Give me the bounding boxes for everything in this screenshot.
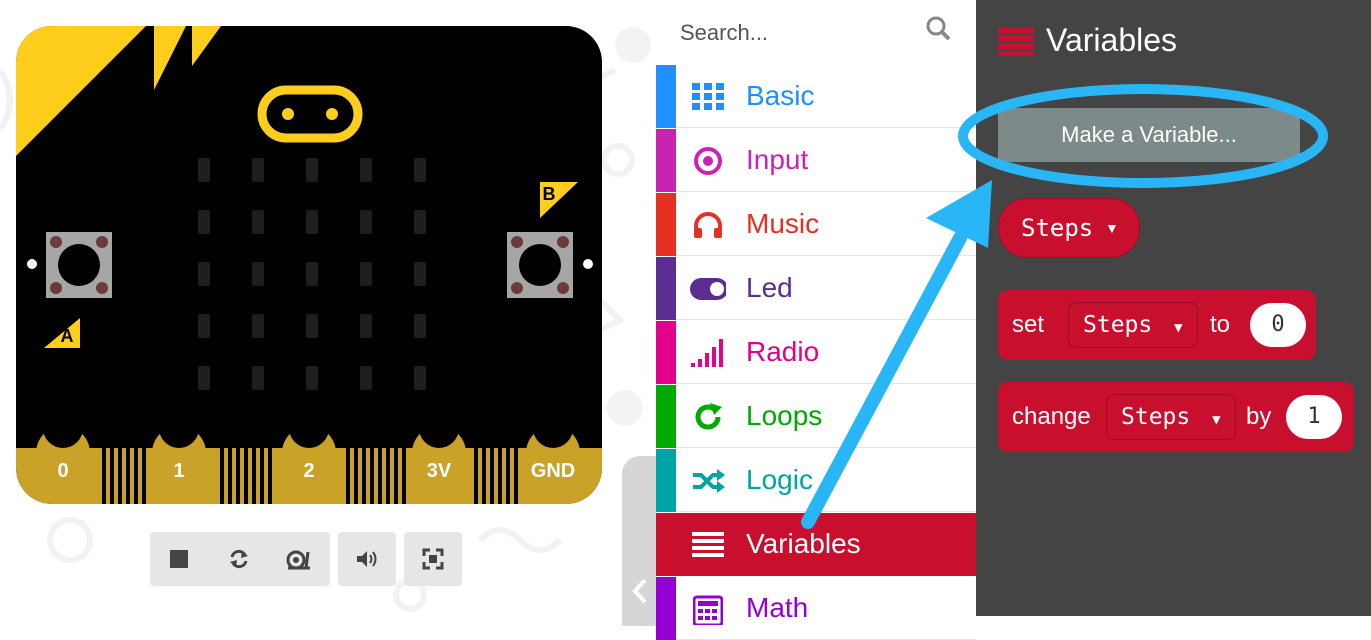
flyout-title: Variables <box>1046 22 1178 58</box>
toolbox-category-loops[interactable]: Loops <box>656 385 976 448</box>
category-label-led: Led <box>746 272 793 303</box>
variable-reporter-block[interactable]: Steps ▼ <box>998 198 1140 258</box>
change-variable-name: Steps <box>1121 404 1191 430</box>
variables-flyout: Variables Make a Variable... Steps ▼ set… <box>976 0 1371 616</box>
calculator-icon <box>690 591 726 627</box>
category-label-basic: Basic <box>746 80 815 111</box>
toolbox-category-input[interactable]: Input <box>656 129 976 192</box>
variable-reporter-label: Steps <box>1021 214 1094 242</box>
variables-list-icon <box>998 28 1034 56</box>
toolbox-category-led[interactable]: Led <box>656 257 976 320</box>
set-variable-name: Steps <box>1083 312 1153 338</box>
pin-gnd-label: GND <box>530 460 576 482</box>
chevron-down-icon: ▼ <box>1212 412 1221 428</box>
change-variable-dropdown[interactable]: Steps ▼ <box>1106 394 1236 440</box>
pin-0-label[interactable]: 0 <box>33 460 93 483</box>
by-keyword: by <box>1246 403 1272 430</box>
button-b-label: B <box>542 184 556 204</box>
slow-mo-icon[interactable] <box>272 532 326 586</box>
grid-icon <box>690 79 726 115</box>
pin-3v-label: 3V <box>426 460 452 482</box>
change-variable-block[interactable]: change Steps ▼ by 1 <box>998 382 1354 452</box>
toolbox-search <box>656 0 976 64</box>
signal-bars-icon <box>690 335 726 371</box>
pin-1-label[interactable]: 1 <box>149 460 209 483</box>
toolbox-category-radio[interactable]: Radio <box>656 321 976 384</box>
toolbox-category-math[interactable]: Math <box>656 577 976 640</box>
chevron-left-icon <box>632 578 647 604</box>
sim-control-group <box>150 532 330 586</box>
radio-target-icon <box>690 143 726 179</box>
button-b[interactable] <box>507 232 573 298</box>
button-a-label: A <box>60 326 74 346</box>
sound-control-group <box>338 532 396 586</box>
toolbox-category-logic[interactable]: Logic <box>656 449 976 512</box>
stop-icon[interactable] <box>152 532 206 586</box>
toolbox-category-music[interactable]: Music <box>656 193 976 256</box>
chevron-down-icon: ▼ <box>1105 220 1119 236</box>
toggle-icon <box>690 271 726 307</box>
chevron-down-icon: ▼ <box>1174 320 1183 336</box>
set-variable-dropdown[interactable]: Steps ▼ <box>1068 302 1198 348</box>
search-input[interactable] <box>678 16 922 50</box>
change-value-input[interactable]: 1 <box>1286 395 1342 439</box>
toolbox-category-variables[interactable]: Variables <box>656 513 976 576</box>
list-icon <box>690 527 726 563</box>
restart-icon[interactable] <box>212 532 266 586</box>
category-label-variables: Variables <box>746 528 861 559</box>
pin-2-label[interactable]: 2 <box>279 460 339 483</box>
shuffle-icon <box>690 463 726 499</box>
search-icon[interactable] <box>926 16 952 42</box>
category-label-input: Input <box>746 144 809 175</box>
category-label-radio: Radio <box>746 336 820 367</box>
toolbox-category-basic[interactable]: Basic <box>656 65 976 128</box>
sound-icon[interactable] <box>340 532 394 586</box>
button-a[interactable] <box>46 232 112 298</box>
category-label-math: Math <box>746 592 809 623</box>
fullscreen-control-group <box>404 532 462 586</box>
set-variable-block[interactable]: set Steps ▼ to 0 <box>998 290 1316 360</box>
set-keyword: set <box>1012 311 1045 338</box>
make-variable-button[interactable]: Make a Variable... <box>998 108 1300 162</box>
change-keyword: change <box>1012 403 1091 430</box>
category-label-music: Music <box>746 208 820 239</box>
microbit-simulator[interactable]: A B 0 1 2 3V GND <box>16 26 602 504</box>
fullscreen-icon[interactable] <box>406 532 460 586</box>
collapse-simulator-tab[interactable] <box>622 456 660 626</box>
toolbox: Basic Input Music Led Radio <box>656 0 976 640</box>
category-label-loops: Loops <box>746 400 823 431</box>
category-label-logic: Logic <box>746 464 813 495</box>
to-keyword: to <box>1210 311 1231 338</box>
board-edge-dot-right <box>583 259 593 269</box>
board-edge-dot-left <box>27 259 37 269</box>
set-value-input[interactable]: 0 <box>1250 303 1306 347</box>
refresh-icon <box>690 399 726 435</box>
headphones-icon <box>690 207 726 243</box>
